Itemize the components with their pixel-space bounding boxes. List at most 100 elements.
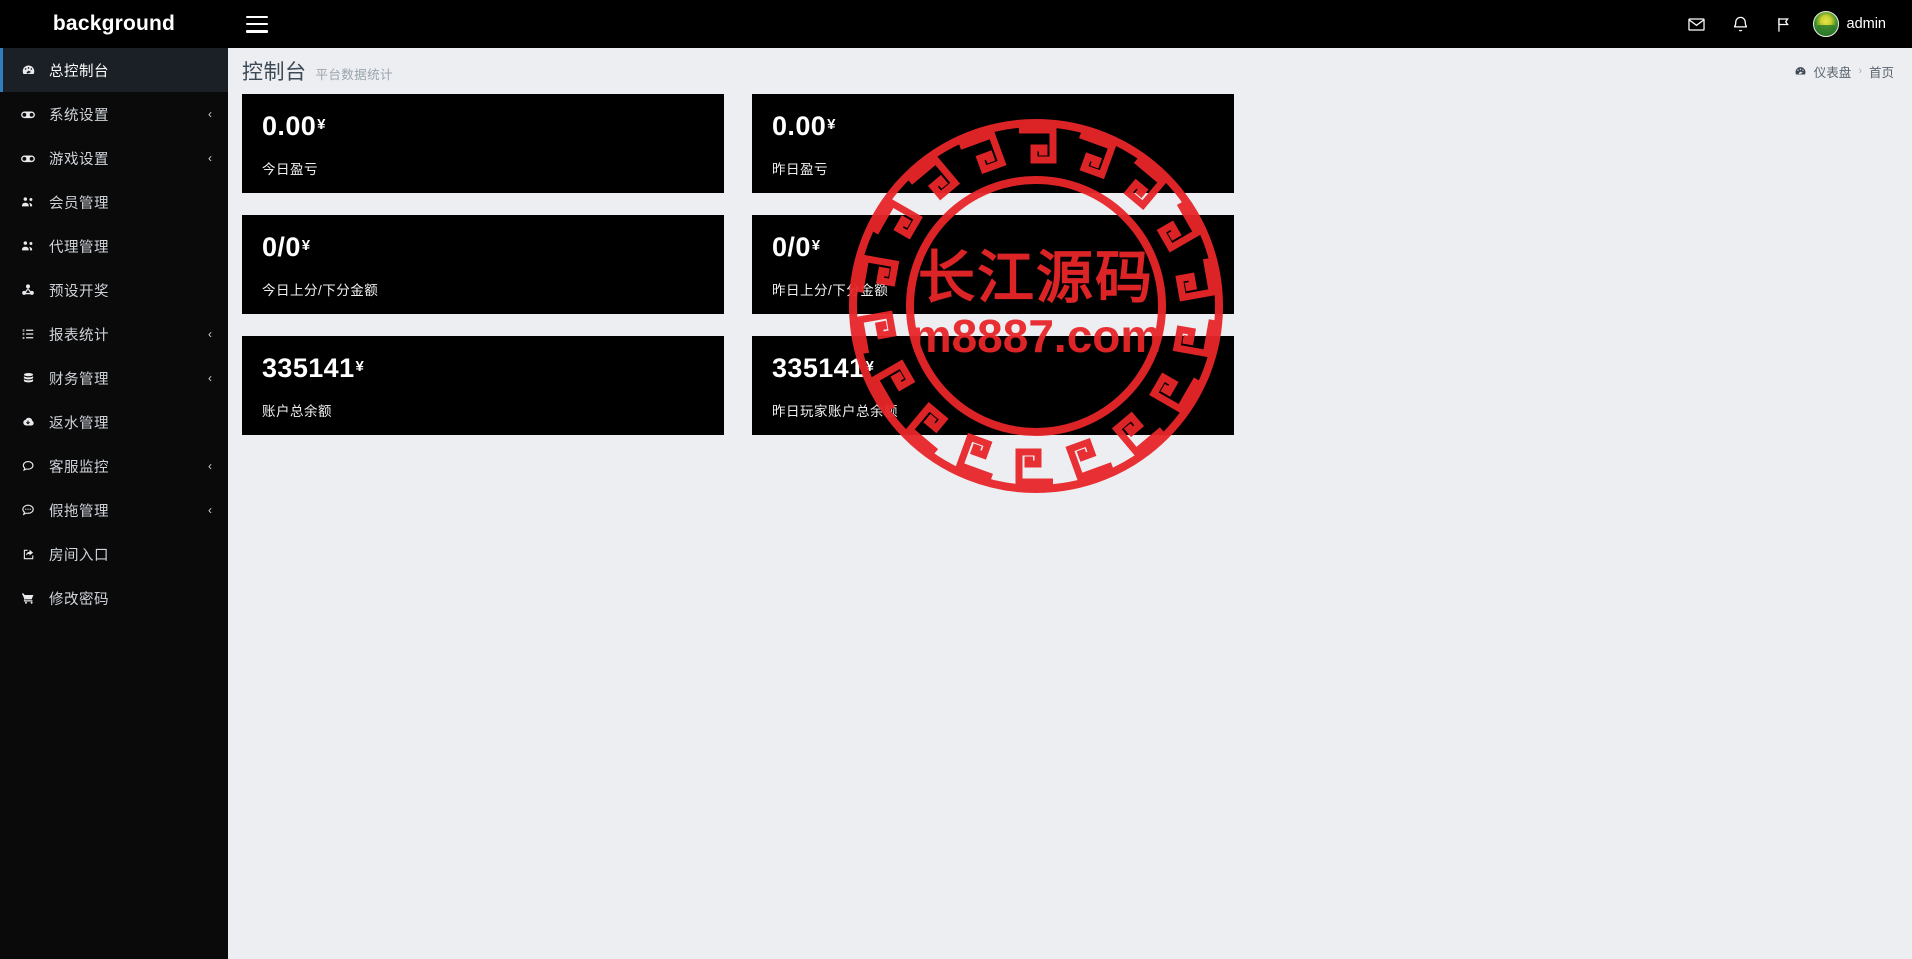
page-title: 控制台 — [242, 61, 307, 84]
sidebar-item-2[interactable]: 游戏设置 ‹ — [0, 136, 228, 180]
sidebar-item-10[interactable]: 假拖管理 ‹ — [0, 488, 228, 532]
cart-icon — [17, 590, 39, 606]
sidebar-item-0[interactable]: 总控制台 — [0, 48, 228, 92]
sidebar-item-7[interactable]: 财务管理 ‹ — [0, 356, 228, 400]
stat-value-row: 335141¥ — [772, 355, 1214, 382]
stat-label: 昨日玩家账户总余额 — [772, 404, 898, 419]
list-icon — [17, 326, 39, 342]
stat-label: 今日上分/下分金额 — [262, 283, 379, 298]
envelope-icon[interactable] — [1675, 0, 1719, 48]
flag-icon[interactable] — [1763, 0, 1807, 48]
chevron-left-icon: ‹ — [208, 151, 212, 165]
stat-card-3[interactable]: 0/0¥ 昨日上分/下分金额 — [752, 215, 1234, 314]
currency-symbol: ¥ — [865, 357, 874, 375]
sidebar-item-6[interactable]: 报表统计 ‹ — [0, 312, 228, 356]
sidebar-item-3[interactable]: 会员管理 — [0, 180, 228, 224]
bell-icon[interactable] — [1719, 0, 1763, 48]
chevron-left-icon: ‹ — [208, 459, 212, 473]
comment-icon — [17, 458, 39, 474]
user-menu[interactable]: admin — [1807, 11, 1899, 37]
sidebar-item-label: 假拖管理 — [49, 503, 109, 520]
sidebar-nav: 总控制台系统设置 ‹ 游戏设置 ‹ 会员管理代理管理预设开奖报表统计 ‹ 财务管理 ‹ 返水管理… — [0, 48, 228, 620]
topbar-icons: admin — [1675, 0, 1899, 48]
chevron-left-icon: ‹ — [208, 327, 212, 341]
hamburger-icon[interactable] — [246, 15, 268, 33]
app-root: background 总控制台系统设置 ‹ 游戏设置 ‹ 会员管理代理管理预设开奖报表统… — [0, 0, 1912, 959]
stat-label: 昨日上分/下分金额 — [772, 283, 889, 298]
sidebar-item-label: 会员管理 — [49, 195, 109, 212]
currency-symbol: ¥ — [317, 115, 326, 133]
dashboard-content: 0.00¥ 今日盈亏 0.00¥ 昨日盈亏 0/0¥ 今日上分/下分金额 0/0¥ 昨日上分/… — [228, 94, 1912, 959]
stat-value: 335141 — [262, 353, 355, 383]
stat-card-grid: 0.00¥ 今日盈亏 0.00¥ 昨日盈亏 0/0¥ 今日上分/下分金额 0/0¥ 昨日上分/… — [242, 94, 1894, 435]
comment-dots-icon — [17, 502, 39, 518]
sidebar-item-label: 报表统计 — [49, 327, 109, 344]
stat-value: 0/0 — [262, 232, 301, 262]
sidebar-item-label: 返水管理 — [49, 415, 109, 432]
cloud-download-icon — [17, 414, 39, 430]
stat-label: 账户总余额 — [262, 404, 332, 419]
stat-label: 今日盈亏 — [262, 162, 318, 177]
breadcrumb: 仪表盘 › 首页 — [1794, 62, 1894, 81]
stat-value-row: 0/0¥ — [262, 234, 704, 261]
users-icon — [17, 194, 39, 210]
stat-card-5[interactable]: 335141¥ 昨日玩家账户总余额 — [752, 336, 1234, 435]
sidebar-item-11[interactable]: 房间入口 — [0, 532, 228, 576]
topbar: admin — [228, 0, 1912, 48]
currency-symbol: ¥ — [355, 357, 364, 375]
stat-card-0[interactable]: 0.00¥ 今日盈亏 — [242, 94, 724, 193]
dashboard-icon — [17, 63, 39, 78]
breadcrumb-current[interactable]: 首页 — [1869, 62, 1894, 81]
page-header-left: 控制台 平台数据统计 — [242, 56, 393, 86]
sidebar-item-label: 预设开奖 — [49, 283, 109, 300]
stat-card-1[interactable]: 0.00¥ 昨日盈亏 — [752, 94, 1234, 193]
stat-value: 0.00 — [262, 111, 317, 141]
sidebar-item-label: 房间入口 — [49, 547, 109, 564]
cubes-icon — [17, 282, 39, 298]
chevron-left-icon: ‹ — [208, 107, 212, 121]
sidebar-item-label: 游戏设置 — [49, 151, 109, 168]
stat-card-2[interactable]: 0/0¥ 今日上分/下分金额 — [242, 215, 724, 314]
sidebar-item-4[interactable]: 代理管理 — [0, 224, 228, 268]
stat-value-row: 0/0¥ — [772, 234, 1214, 261]
stat-value-row: 335141¥ — [262, 355, 704, 382]
sidebar-item-label: 财务管理 — [49, 371, 109, 388]
avatar — [1812, 11, 1839, 37]
gamepad-icon — [17, 106, 39, 122]
sidebar-item-label: 客服监控 — [49, 459, 109, 476]
currency-symbol: ¥ — [301, 236, 311, 254]
external-link-icon — [17, 547, 39, 562]
sidebar: background 总控制台系统设置 ‹ 游戏设置 ‹ 会员管理代理管理预设开奖报表统… — [0, 0, 228, 959]
stat-value: 0.00 — [772, 111, 827, 141]
sidebar-item-5[interactable]: 预设开奖 — [0, 268, 228, 312]
sidebar-item-label: 总控制台 — [49, 63, 109, 80]
currency-symbol: ¥ — [827, 115, 836, 133]
stat-label: 昨日盈亏 — [772, 162, 828, 177]
main-area: admin 控制台 平台数据统计 仪表盘 › 首页 0.00¥ 今日盈亏 0.0… — [228, 0, 1912, 959]
stat-value: 0/0 — [772, 232, 811, 262]
username-label: admin — [1846, 16, 1887, 32]
users-icon — [17, 238, 39, 254]
sidebar-item-9[interactable]: 客服监控 ‹ — [0, 444, 228, 488]
sidebar-item-label: 修改密码 — [49, 591, 109, 608]
chevron-left-icon: ‹ — [208, 503, 212, 517]
page-subtitle: 平台数据统计 — [315, 68, 393, 82]
stat-value-row: 0.00¥ — [262, 113, 704, 140]
sidebar-item-12[interactable]: 修改密码 — [0, 576, 228, 620]
sidebar-item-label: 系统设置 — [49, 107, 109, 124]
sidebar-item-1[interactable]: 系统设置 ‹ — [0, 92, 228, 136]
dashboard-icon — [1794, 65, 1807, 78]
sidebar-item-label: 代理管理 — [49, 239, 109, 256]
stat-card-4[interactable]: 335141¥ 账户总余额 — [242, 336, 724, 435]
gamepad-icon — [17, 150, 39, 166]
stat-value: 335141 — [772, 353, 865, 383]
database-icon — [17, 371, 39, 386]
page-header: 控制台 平台数据统计 仪表盘 › 首页 — [228, 48, 1912, 94]
currency-symbol: ¥ — [811, 236, 821, 254]
chevron-left-icon: ‹ — [208, 371, 212, 385]
brand-title: background — [0, 0, 228, 48]
sidebar-item-8[interactable]: 返水管理 — [0, 400, 228, 444]
breadcrumb-root[interactable]: 仪表盘 — [1814, 62, 1852, 81]
stat-value-row: 0.00¥ — [772, 113, 1214, 140]
breadcrumb-separator: › — [1858, 65, 1862, 77]
